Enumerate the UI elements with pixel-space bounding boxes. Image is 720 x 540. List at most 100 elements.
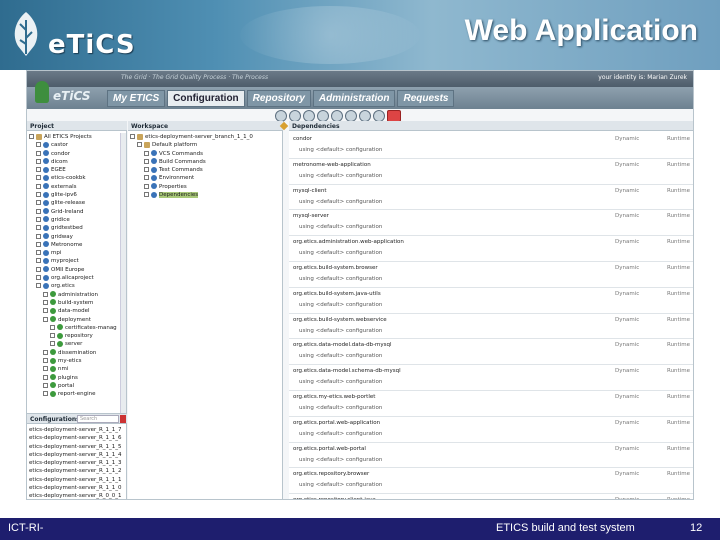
dependency-row[interactable]: metronome-web-application using <default>… <box>289 159 693 185</box>
configuration-item[interactable]: etics-deployment-server_R_1_1_0 <box>27 484 126 492</box>
expand-toggle-icon[interactable] <box>36 233 41 239</box>
dependency-config[interactable]: using <default> configuration <box>299 457 382 463</box>
configuration-item[interactable]: etics-deployment-server_R_1_1_4 <box>27 451 126 459</box>
dependency-config[interactable]: using <default> configuration <box>299 147 382 153</box>
expand-toggle-icon[interactable] <box>50 324 55 330</box>
project-tree-item[interactable]: deployment <box>27 316 126 324</box>
expand-toggle-icon[interactable] <box>36 241 41 247</box>
dependency-row[interactable]: condor using <default> configuration Dynam… <box>289 133 693 159</box>
dependency-row[interactable]: mysql-client using <default> configuratio… <box>289 185 693 211</box>
expand-toggle-icon[interactable] <box>144 175 149 181</box>
dependency-config[interactable]: using <default> configuration <box>299 224 382 230</box>
dependency-row[interactable]: org.etics.repository.browser using <defau… <box>289 468 693 495</box>
project-tree-item[interactable]: glite-release <box>27 199 126 207</box>
project-tree-item[interactable]: nmi <box>27 365 126 373</box>
expand-toggle-icon[interactable] <box>43 308 48 314</box>
expand-toggle-icon[interactable] <box>130 134 135 139</box>
dependency-config[interactable]: using <default> configuration <box>299 328 382 334</box>
workspace-tree-item[interactable]: etics-deployment-server_branch_1_1_0 <box>128 133 282 141</box>
expand-toggle-icon[interactable] <box>36 158 41 164</box>
dependency-config[interactable]: using <default> configuration <box>299 431 382 437</box>
project-tree-item[interactable]: repository <box>27 332 126 340</box>
expand-toggle-icon[interactable] <box>36 216 41 222</box>
project-tree-item[interactable]: etics-cookbk <box>27 174 126 182</box>
dependency-row[interactable]: org.etics.my-etics.web-portlet using <def… <box>289 391 693 417</box>
project-tree-item[interactable]: gridice <box>27 216 126 224</box>
tab-configuration[interactable]: Configuration <box>167 90 245 107</box>
config-search-input[interactable]: Search <box>77 415 119 423</box>
workspace-tree-item[interactable]: Properties <box>128 183 282 191</box>
expand-toggle-icon[interactable] <box>144 183 149 189</box>
project-tree-item[interactable]: my-etics <box>27 357 126 365</box>
expand-toggle-icon[interactable] <box>36 150 41 156</box>
expand-toggle-icon[interactable] <box>43 291 48 297</box>
tab-my-etics[interactable]: My ETICS <box>107 90 166 107</box>
dependency-row[interactable]: org.etics.build-system.webservice using <… <box>289 314 693 340</box>
dependency-row[interactable]: org.etics.repository.client-javausing <d… <box>289 494 693 499</box>
project-tree-item[interactable]: Grid-Ireland <box>27 208 126 216</box>
configuration-item[interactable]: etics-deployment-server_R_1_1_3 <box>27 459 126 467</box>
dependency-row[interactable]: org.etics.portal.web-application using <d… <box>289 417 693 443</box>
project-tree-item[interactable]: data-model <box>27 307 126 315</box>
dependency-row[interactable]: org.etics.portal.web-portal using <defaul… <box>289 443 693 469</box>
project-tree-item[interactable]: gridway <box>27 233 126 241</box>
dependency-config[interactable]: using <default> configuration <box>299 250 382 256</box>
project-tree-item[interactable]: castor <box>27 141 126 149</box>
expand-toggle-icon[interactable] <box>43 316 48 322</box>
dependency-config[interactable]: using <default> configuration <box>299 482 382 488</box>
dependency-config[interactable]: using <default> configuration <box>299 405 382 411</box>
dependency-config[interactable]: using <default> configuration <box>299 173 382 179</box>
expand-toggle-icon[interactable] <box>137 142 142 148</box>
configuration-item[interactable]: etics-deployment-server_R_0_0_1 <box>27 492 126 499</box>
expand-toggle-icon[interactable] <box>43 391 48 397</box>
dependency-row[interactable]: org.etics.data-model.data-db-mysql using … <box>289 339 693 366</box>
project-tree-item[interactable]: Metronome <box>27 241 126 249</box>
expand-toggle-icon[interactable] <box>36 192 41 198</box>
expand-toggle-icon[interactable] <box>144 192 149 198</box>
expand-toggle-icon[interactable] <box>29 134 34 139</box>
dependency-row[interactable]: org.etics.administration.web-application… <box>289 236 693 262</box>
dependency-config[interactable]: using <default> configuration <box>299 276 382 282</box>
expand-toggle-icon[interactable] <box>144 150 149 156</box>
dependency-config[interactable]: using <default> configuration <box>299 302 382 308</box>
workspace-tree-item[interactable]: Default platform <box>128 141 282 149</box>
project-tree-item[interactable]: condor <box>27 150 126 158</box>
expand-toggle-icon[interactable] <box>36 266 41 272</box>
dependency-config[interactable]: using <default> configuration <box>299 353 382 359</box>
project-tree-item[interactable]: externals <box>27 183 126 191</box>
expand-toggle-icon[interactable] <box>36 275 41 281</box>
configuration-item[interactable]: etics-deployment-server_R_1_1_1 <box>27 476 126 484</box>
expand-toggle-icon[interactable] <box>36 200 41 206</box>
expand-toggle-icon[interactable] <box>144 158 149 164</box>
configuration-item[interactable]: etics-deployment-server_R_1_1_2 <box>27 467 126 475</box>
dependency-row[interactable]: mysql-server using <default> configuratio… <box>289 210 693 237</box>
project-tree-item[interactable]: gridtestbed <box>27 224 126 232</box>
project-tree-item[interactable]: OMII Europe <box>27 266 126 274</box>
expand-toggle-icon[interactable] <box>43 358 48 364</box>
expand-toggle-icon[interactable] <box>36 208 41 214</box>
project-tree-item[interactable]: All ETICS Projects <box>27 133 126 141</box>
expand-toggle-icon[interactable] <box>144 167 149 173</box>
workspace-tree-item[interactable]: Dependencies <box>128 191 282 199</box>
project-tree-item[interactable]: build-system <box>27 299 126 307</box>
expand-toggle-icon[interactable] <box>36 167 41 173</box>
config-clear-icon[interactable] <box>120 415 126 423</box>
workspace-tree-item[interactable]: Build Commands <box>128 158 282 166</box>
workspace-tree-item[interactable]: VCS Commands <box>128 150 282 158</box>
expand-toggle-icon[interactable] <box>43 374 48 380</box>
expand-toggle-icon[interactable] <box>43 366 48 372</box>
tab-repository[interactable]: Repository <box>246 90 311 107</box>
expand-toggle-icon[interactable] <box>36 225 41 231</box>
project-tree-item[interactable]: org.alicaproject <box>27 274 126 282</box>
dependency-config[interactable]: using <default> configuration <box>299 379 382 385</box>
expand-toggle-icon[interactable] <box>50 333 55 339</box>
expand-toggle-icon[interactable] <box>36 175 41 181</box>
tab-administration[interactable]: Administration <box>312 90 396 107</box>
configuration-item[interactable]: etics-deployment-server_R_1_1_6 <box>27 434 126 442</box>
expand-toggle-icon[interactable] <box>43 382 48 388</box>
expand-toggle-icon[interactable] <box>36 250 41 256</box>
project-tree-item[interactable]: report-engine <box>27 390 126 398</box>
workspace-tree-item[interactable]: Environment <box>128 174 282 182</box>
project-tree-item[interactable]: administration <box>27 291 126 299</box>
expand-toggle-icon[interactable] <box>43 349 48 355</box>
